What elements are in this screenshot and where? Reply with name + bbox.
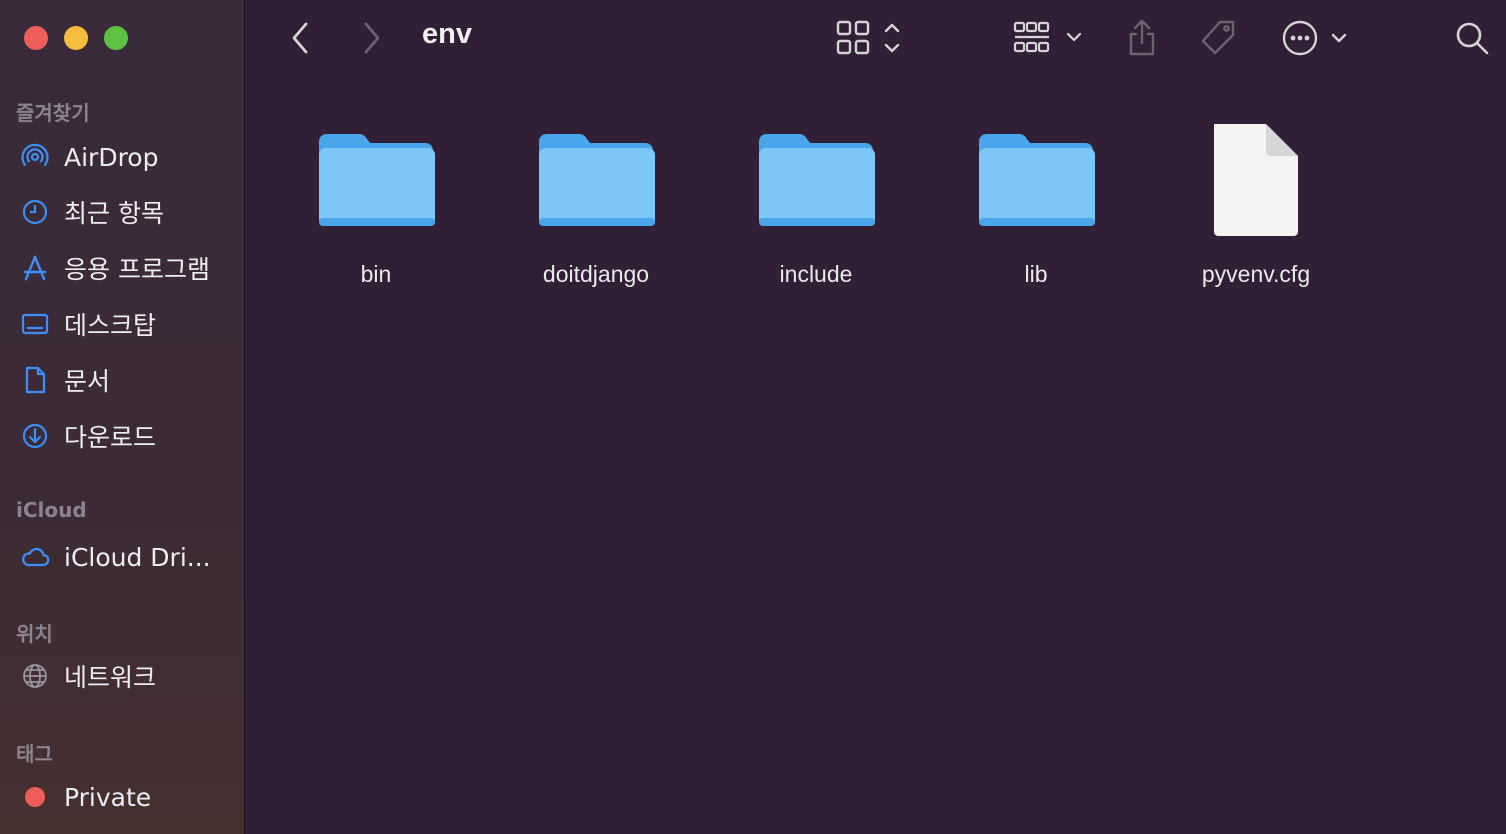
group-icon: [1013, 21, 1082, 53]
desktop-icon: [20, 309, 50, 339]
sidebar-item-label: 다운로드: [64, 423, 157, 452]
folder-icon: [531, 115, 661, 245]
sidebar-item-label: 네트워크: [64, 663, 157, 692]
file-name: doitdjango: [542, 261, 650, 287]
applications-icon: [20, 253, 50, 283]
forward-button[interactable]: [354, 14, 390, 62]
sidebar-item-label: iCloud Dri...: [64, 542, 211, 572]
minimize-window-button[interactable]: [64, 26, 88, 50]
clock-icon: [20, 197, 50, 227]
file-item-document[interactable]: pyvenv.cfg: [1146, 115, 1366, 288]
sidebar-item-label: AirDrop: [64, 142, 159, 172]
sidebar-item-downloads[interactable]: 다운로드: [20, 416, 235, 456]
search-icon: [1456, 22, 1489, 55]
file-name: lib: [1024, 261, 1048, 287]
file-name: bin: [360, 261, 392, 287]
more-icon: [1282, 20, 1347, 56]
window-title: env: [422, 18, 472, 50]
sidebar-item-label: 데스크탑: [64, 311, 157, 340]
group-button[interactable]: [1012, 14, 1086, 62]
file-item-folder[interactable]: doitdjango: [486, 115, 706, 288]
more-actions-button[interactable]: [1280, 14, 1354, 62]
folder-icon: [751, 115, 881, 245]
window-controls: [24, 26, 128, 50]
airdrop-icon: [20, 142, 50, 172]
sidebar-item-network[interactable]: 네트워크: [20, 656, 235, 696]
cloud-icon: [20, 542, 50, 572]
sidebar-item-applications[interactable]: 응용 프로그램: [20, 248, 235, 288]
document-file-icon: [1191, 115, 1321, 245]
tag-button[interactable]: [1196, 14, 1240, 62]
sidebar-item-label: 응용 프로그램: [64, 255, 210, 284]
download-icon: [20, 421, 50, 451]
grid-view-icon: [836, 20, 900, 55]
section-title-icloud: iCloud: [16, 498, 87, 522]
view-mode-button[interactable]: [834, 14, 908, 62]
sidebar-item-documents[interactable]: 문서: [20, 360, 235, 400]
close-window-button[interactable]: [24, 26, 48, 50]
file-item-folder[interactable]: include: [706, 115, 926, 288]
folder-icon: [311, 115, 441, 245]
file-name: pyvenv.cfg: [1201, 261, 1311, 287]
sidebar-item-label: 최근 항목: [64, 199, 164, 228]
share-icon: [1129, 19, 1155, 56]
sidebar-item-icloud-drive[interactable]: iCloud Dri...: [20, 537, 235, 577]
share-button[interactable]: [1122, 14, 1162, 62]
search-button[interactable]: [1452, 14, 1492, 62]
file-name: include: [779, 261, 853, 287]
sidebar-item-label: Private: [64, 782, 152, 812]
tag-dot-icon: [20, 782, 50, 812]
tag-icon: [1201, 20, 1235, 55]
back-button[interactable]: [282, 14, 318, 62]
sidebar-item-desktop[interactable]: 데스크탑: [20, 304, 235, 344]
document-icon: [20, 365, 50, 395]
sidebar-item-label: 문서: [64, 367, 111, 396]
section-title-locations: 위치: [16, 622, 53, 646]
sidebar-item-recents[interactable]: 최근 항목: [20, 192, 235, 232]
sidebar-item-tag-private[interactable]: Private: [20, 777, 235, 817]
zoom-window-button[interactable]: [104, 26, 128, 50]
sidebar: 즐겨찾기 AirDrop 최근 항목 응용 프로그램 데스크탑 문서 다운로드 …: [0, 0, 245, 834]
globe-icon: [20, 661, 50, 691]
section-title-tags: 태그: [16, 742, 53, 766]
sidebar-item-airdrop[interactable]: AirDrop: [20, 137, 235, 177]
file-item-folder[interactable]: lib: [926, 115, 1146, 288]
section-title-favorites: 즐겨찾기: [16, 101, 90, 125]
forward-icon: [364, 22, 380, 54]
back-icon: [292, 22, 308, 54]
folder-icon: [971, 115, 1101, 245]
file-item-folder[interactable]: bin: [266, 115, 486, 288]
